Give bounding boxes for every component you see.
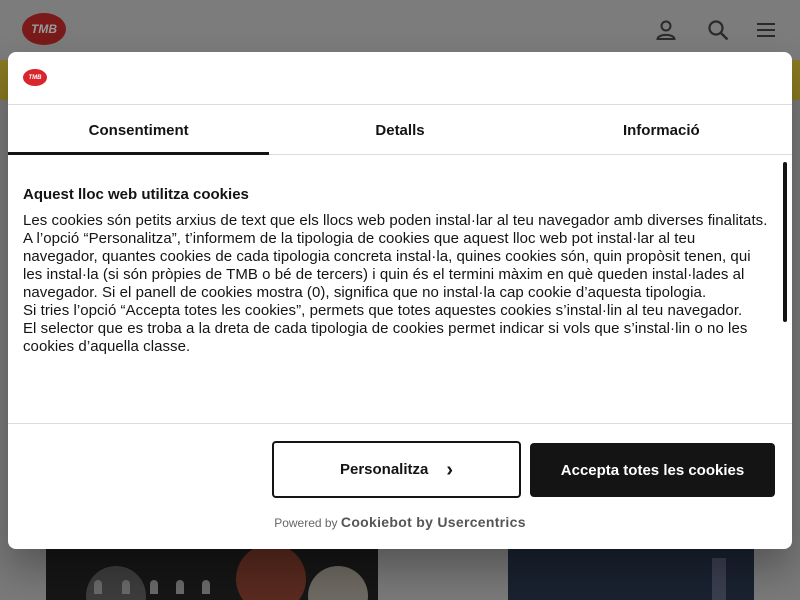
tab-consent[interactable]: Consentiment: [8, 106, 270, 155]
scrollbar[interactable]: [783, 162, 787, 322]
tab-details[interactable]: Detalls: [269, 106, 530, 154]
tab-information[interactable]: Informació: [531, 106, 792, 154]
background-card-image: [46, 548, 378, 600]
background-card-image: [508, 548, 754, 600]
tmb-logo[interactable]: TMB: [22, 13, 66, 45]
chevron-right-icon: ›: [446, 458, 454, 481]
consent-paragraph: Les cookies són petits arxius de text qu…: [23, 212, 768, 229]
dialog-title: Aquest lloc web utilitza cookies: [23, 186, 249, 203]
personalize-button[interactable]: Personalitza ›: [272, 441, 521, 498]
dialog-header: TMB: [8, 52, 792, 105]
accept-all-button[interactable]: Accepta totes les cookies: [530, 443, 775, 497]
search-icon[interactable]: [706, 18, 730, 42]
user-icon[interactable]: [654, 18, 678, 42]
personalize-label: Personalitza: [339, 461, 429, 478]
consent-text-area[interactable]: Aquest lloc web utilitza cookies Les coo…: [8, 156, 792, 424]
cookiebot-brand[interactable]: Cookiebot by Usercentrics: [341, 514, 526, 530]
site-header: TMB: [0, 0, 800, 60]
powered-by-prefix: Powered by: [274, 516, 338, 530]
cookie-consent-dialog: TMB Consentiment Detalls Informació Aque…: [8, 52, 792, 549]
consent-paragraph: El selector que es troba a la dreta de c…: [23, 320, 748, 355]
tmb-logo: TMB: [23, 69, 47, 86]
dialog-tabs: Consentiment Detalls Informació: [8, 106, 792, 155]
menu-icon[interactable]: [754, 18, 778, 42]
powered-by[interactable]: Powered by Cookiebot by Usercentrics: [8, 514, 792, 530]
scroll-fade: [8, 371, 783, 423]
consent-paragraph: Si tries l’opció “Accepta totes les cook…: [23, 302, 743, 319]
consent-paragraph: A l’opció “Personalitza”, t’informem de …: [23, 230, 751, 301]
